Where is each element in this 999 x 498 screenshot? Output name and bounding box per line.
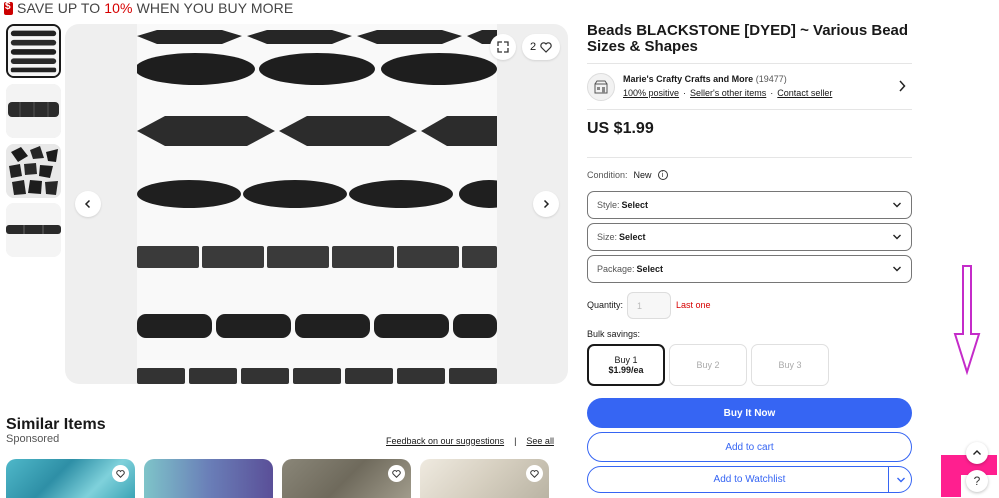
heart-icon (392, 469, 401, 478)
watch-count: 2 (529, 41, 537, 53)
store-icon (594, 80, 608, 94)
similar-item-card[interactable] (6, 459, 135, 498)
see-all-link[interactable]: See all (526, 436, 554, 446)
main-image-viewer[interactable]: 2 (65, 24, 568, 384)
condition-label: Condition: (587, 170, 628, 180)
watch-button[interactable] (526, 465, 543, 482)
bulk-option-3[interactable]: Buy 3 (751, 344, 829, 386)
heart-icon (530, 469, 539, 478)
next-image-button[interactable] (533, 191, 559, 217)
bulk-option-1[interactable]: Buy 1 $1.99/ea (587, 344, 665, 386)
heart-icon (116, 469, 125, 478)
add-to-watchlist-label: Add to Watchlist (713, 474, 786, 485)
style-select-value: Select (621, 200, 649, 210)
bulk-option-label: Buy 3 (778, 360, 802, 370)
add-to-cart-button[interactable]: Add to cart (587, 432, 912, 462)
price: US $1.99 (587, 120, 654, 137)
thumbnail-3[interactable] (6, 144, 61, 198)
size-select[interactable]: Size: Select (587, 223, 912, 251)
watch-count-button[interactable]: 2 (522, 34, 560, 60)
scroll-to-top-button[interactable] (966, 442, 988, 464)
bulk-option-price: $1.99/ea (608, 365, 644, 375)
divider (587, 157, 912, 158)
info-icon[interactable]: i (657, 170, 668, 180)
listing-title: Beads BLACKSTONE [DYED] ~ Various Bead S… (587, 22, 909, 55)
beads-image (135, 24, 519, 384)
promo-text: SAVE UP TO 10% WHEN YOU BUY MORE (17, 0, 294, 16)
separator-dot: · (683, 88, 687, 98)
bulk-option-label: Buy 2 (696, 360, 720, 370)
sponsored-label: Sponsored (6, 433, 60, 445)
bulk-option-label: Buy 1 (614, 355, 638, 365)
quantity-input[interactable]: 1 (627, 292, 671, 319)
bulk-savings-label: Bulk savings: (587, 329, 641, 339)
heart-icon (540, 41, 552, 53)
seller-other-items-link[interactable]: Seller's other items (690, 88, 766, 98)
separator-dot: · (770, 88, 774, 98)
chevron-left-icon (84, 199, 91, 209)
similar-item-card[interactable] (420, 459, 549, 498)
stock-note: Last one (676, 300, 711, 310)
seller-name[interactable]: Marie's Crafty Crafts and More (623, 74, 753, 84)
condition: Condition: New i (587, 170, 668, 180)
thumbnail-image (6, 144, 61, 198)
thumbnail-image (6, 203, 61, 257)
chevron-right-icon (899, 80, 906, 92)
chevron-down-icon (893, 266, 901, 272)
thumbnail-2[interactable] (6, 84, 61, 138)
product-photo (135, 24, 519, 384)
watch-button[interactable] (388, 465, 405, 482)
watchlist-dropdown-button[interactable] (888, 466, 912, 493)
chevron-down-icon (893, 234, 901, 240)
condition-value: New (633, 170, 652, 180)
buy-it-now-button[interactable]: Buy It Now (587, 398, 912, 428)
style-select-label: Style: (597, 200, 620, 210)
divider (587, 63, 912, 64)
annotation-arrow (953, 265, 981, 376)
watch-button[interactable] (112, 465, 129, 482)
expand-button[interactable] (490, 34, 516, 60)
package-select-value: Select (636, 264, 664, 274)
chevron-up-icon (973, 450, 981, 455)
seller-name-line[interactable]: Marie's Crafty Crafts and More (19477) (623, 74, 787, 84)
chevron-down-icon (896, 477, 905, 482)
similar-items-links: Feedback on our suggestions | See all (386, 436, 554, 446)
add-to-watchlist-button[interactable]: Add to Watchlist (587, 466, 912, 493)
seller-links: 100% positive · Seller's other items · C… (623, 88, 832, 98)
quantity-label: Quantity: (587, 300, 624, 310)
seller-avatar[interactable] (587, 73, 615, 101)
contact-seller-link[interactable]: Contact seller (777, 88, 832, 98)
similar-item-card[interactable] (282, 459, 411, 498)
thumbnail-image (6, 84, 61, 138)
style-select[interactable]: Style: Select (587, 191, 912, 219)
seller-positive-link[interactable]: 100% positive (623, 88, 679, 98)
help-button[interactable]: ? (966, 470, 988, 492)
help-icon: ? (973, 474, 981, 488)
thumbnail-4[interactable] (6, 203, 61, 257)
package-select[interactable]: Package: Select (587, 255, 912, 283)
similar-items-title: Similar Items (6, 416, 106, 433)
seller-chevron-icon[interactable] (898, 80, 906, 95)
chevron-down-icon (893, 202, 901, 208)
divider (587, 109, 912, 110)
link-separator: | (514, 436, 517, 446)
price-tag-icon (4, 1, 13, 15)
promo-banner[interactable]: SAVE UP TO 10% WHEN YOU BUY MORE (4, 0, 293, 16)
thumbnail-1[interactable] (6, 24, 61, 78)
expand-icon (497, 41, 509, 53)
size-select-label: Size: (597, 232, 618, 242)
feedback-link[interactable]: Feedback on our suggestions (386, 436, 504, 446)
size-select-value: Select (619, 232, 646, 242)
previous-image-button[interactable] (75, 191, 101, 217)
chevron-right-icon (543, 199, 550, 209)
package-select-label: Package: (597, 264, 635, 274)
bulk-option-2[interactable]: Buy 2 (669, 344, 747, 386)
similar-item-card[interactable] (144, 459, 273, 498)
thumbnail-image (8, 26, 59, 76)
seller-feedback-count: (19477) (755, 74, 787, 84)
